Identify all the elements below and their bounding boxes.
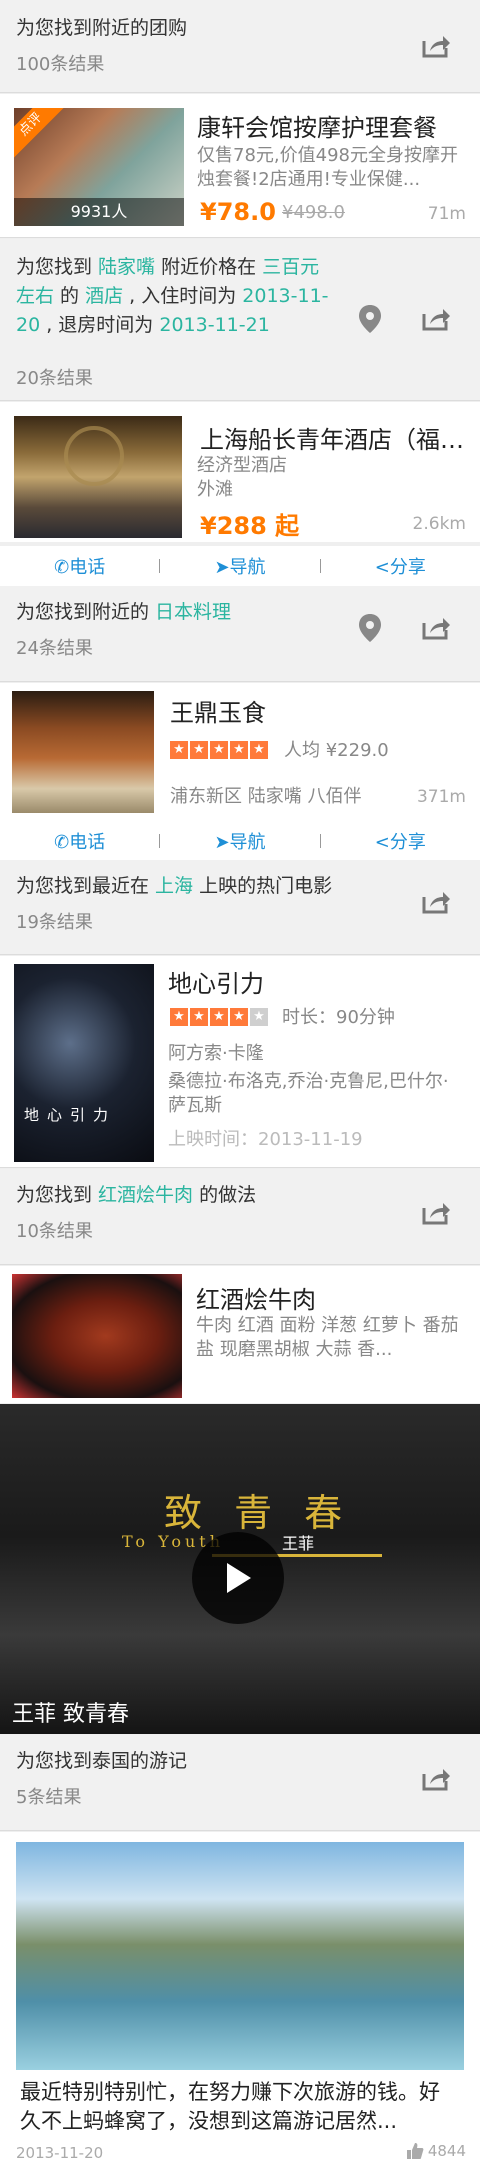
movie-title: 地心引力	[168, 970, 264, 998]
food-header: 为您找到附近的 日本料理 24条结果	[0, 586, 480, 682]
hotel-header-text: 为您找到 陆家嘴 附近价格在 三百元左右 的 酒店 , 入住时间为 2013-1…	[16, 256, 329, 336]
groupon-original-price: ¥498.0	[282, 202, 345, 223]
groupon-title: 康轩会馆按摩护理套餐	[197, 114, 437, 142]
thumbs-up-icon	[406, 2143, 424, 2159]
like-button[interactable]: 4844	[406, 2142, 466, 2160]
restaurant-thumbnail	[12, 691, 154, 813]
play-button[interactable]	[192, 1532, 284, 1624]
share-icon[interactable]	[418, 884, 454, 920]
hotel-card[interactable]: 上海船长青年酒店（福州路店） 经济型酒店 外滩 ¥288 起 2.6km	[0, 402, 480, 542]
star-icon: ★	[230, 741, 248, 759]
travel-header: 为您找到泰国的游记 5条结果	[0, 1735, 480, 1831]
movie-header: 为您找到最近在 上海 上映的热门电影 19条结果	[0, 860, 480, 955]
restaurant-title: 王鼎玉食	[170, 699, 266, 727]
recipe-ingredients: 牛肉 红酒 面粉 洋葱 红萝卜 番茄 盐 现磨黑胡椒 大蒜 香...	[196, 1315, 459, 1360]
restaurant-address: 浦东新区 陆家嘴 八佰伴	[170, 786, 362, 807]
groupon-price: ¥78.0	[200, 198, 276, 226]
travel-card[interactable]: 最近特别特别忙，在努力赚下次旅游的钱。好久不上蚂蜂窝了，没想到这篇游记居然...…	[0, 1832, 480, 2173]
movie-poster: 地心引力	[14, 964, 154, 1162]
hotel-area: 外滩	[197, 479, 233, 500]
star-icon: ★	[250, 741, 268, 759]
recipe-result-count: 10条结果	[16, 1221, 93, 1242]
restaurant-action-bar: ✆电话 ➤导航 <分享	[0, 821, 480, 861]
average-price: 人均 ¥229.0	[284, 740, 389, 761]
hotel-title: 上海船长青年酒店（福州路店）	[200, 426, 468, 454]
travel-description: 最近特别特别忙，在努力赚下次旅游的钱。好久不上蚂蜂窝了，没想到这篇游记居然...	[20, 2080, 440, 2133]
dianping-badge: 点评	[14, 108, 64, 158]
travel-photo	[16, 1842, 464, 2070]
recipe-title: 红酒烩牛肉	[196, 1286, 316, 1314]
share-icon[interactable]	[418, 301, 454, 337]
location-link[interactable]: 陆家嘴	[98, 256, 155, 278]
groupon-header-title: 为您找到附近的团购	[16, 17, 188, 39]
movie-cast: 桑德拉·布洛克,乔治·克鲁尼,巴什尔·萨瓦斯	[168, 1071, 449, 1116]
location-pin-icon[interactable]	[352, 301, 388, 337]
recipe-header-text: 为您找到 红酒烩牛肉 的做法	[16, 1184, 257, 1206]
travel-header-title: 为您找到泰国的游记	[16, 1750, 188, 1772]
restaurant-card[interactable]: 王鼎玉食 ★ ★ ★ ★ ★ 人均 ¥229.0 浦东新区 陆家嘴 八佰伴 37…	[0, 683, 480, 821]
navigate-button[interactable]: ➤导航	[160, 553, 319, 579]
play-icon	[227, 1563, 251, 1593]
hotel-result-count: 20条结果	[16, 368, 93, 389]
movie-header-text: 为您找到最近在 上海 上映的热门电影	[16, 875, 333, 897]
video-overlay-title: 致 青 春	[164, 1491, 353, 1535]
movie-card[interactable]: 地心引力 地心引力 ★ ★ ★ ★ ★ 时长：90分钟 阿方索·卡隆 桑德拉·布…	[0, 956, 480, 1168]
rating-stars: ★ ★ ★ ★ ★	[170, 741, 268, 759]
groupon-header: 为您找到附近的团购 100条结果	[0, 0, 480, 93]
hotel-distance: 2.6km	[412, 514, 466, 534]
star-icon: ★	[250, 1008, 268, 1026]
star-icon: ★	[230, 1008, 248, 1026]
groupon-distance: 71m	[427, 204, 466, 224]
share-icon[interactable]	[418, 1761, 454, 1797]
cuisine-link[interactable]: 日本料理	[155, 601, 231, 623]
food-header-text: 为您找到附近的 日本料理	[16, 601, 232, 623]
city-link[interactable]: 上海	[155, 875, 193, 897]
travel-date: 2013-11-20	[16, 2144, 104, 2162]
groupon-result-count: 100条结果	[16, 54, 105, 75]
checkout-date-link[interactable]: 2013-11-21	[159, 314, 269, 336]
groupon-description: 仅售78元,价值498元全身按摩开烛套餐!2店通用!专业保健...	[197, 145, 458, 190]
location-pin-icon[interactable]	[352, 610, 388, 646]
share-button[interactable]: <分享	[321, 828, 480, 854]
movie-duration: 时长：90分钟	[282, 1007, 395, 1028]
star-icon: ★	[170, 1008, 188, 1026]
hotel-action-bar: ✆电话 ➤导航 <分享	[0, 546, 480, 586]
share-icon[interactable]	[418, 28, 454, 64]
dish-link[interactable]: 红酒烩牛肉	[98, 1184, 193, 1206]
navigate-button[interactable]: ➤导航	[160, 828, 319, 854]
purchase-count: 9931人	[14, 198, 184, 226]
star-icon: ★	[190, 741, 208, 759]
star-icon: ★	[190, 1008, 208, 1026]
travel-result-count: 5条结果	[16, 1787, 82, 1808]
recipe-thumbnail	[12, 1274, 182, 1398]
hotel-thumbnail	[14, 416, 182, 538]
share-button[interactable]: <分享	[321, 553, 480, 579]
video-card[interactable]: 致 青 春 To Youth 王菲 王菲 致青春	[0, 1404, 480, 1734]
movie-release-date: 上映时间：2013-11-19	[168, 1129, 363, 1150]
recipe-header: 为您找到 红酒烩牛肉 的做法 10条结果	[0, 1169, 480, 1265]
video-overlay-artist: 王菲	[282, 1534, 315, 1553]
call-button[interactable]: ✆电话	[0, 828, 159, 854]
hotel-category: 经济型酒店	[197, 455, 287, 476]
rating-stars: ★ ★ ★ ★ ★	[170, 1008, 268, 1026]
star-icon: ★	[210, 1008, 228, 1026]
restaurant-distance: 371m	[416, 787, 466, 807]
hotel-type-link[interactable]: 酒店	[85, 285, 123, 307]
hotel-header: 为您找到 陆家嘴 附近价格在 三百元左右 的 酒店 , 入住时间为 2013-1…	[0, 239, 480, 401]
video-caption: 王菲 致青春	[12, 1702, 129, 1727]
movie-director: 阿方索·卡隆	[168, 1043, 264, 1064]
groupon-card[interactable]: 点评 9931人 康轩会馆按摩护理套餐 仅售78元,价值498元全身按摩开烛套餐…	[0, 94, 480, 238]
star-icon: ★	[210, 741, 228, 759]
groupon-thumbnail: 点评 9931人	[14, 108, 184, 226]
recipe-card[interactable]: 红酒烩牛肉 牛肉 红酒 面粉 洋葱 红萝卜 番茄 盐 现磨黑胡椒 大蒜 香...	[0, 1266, 480, 1403]
star-icon: ★	[170, 741, 188, 759]
food-result-count: 24条结果	[16, 638, 93, 659]
share-icon[interactable]	[418, 610, 454, 646]
like-count: 4844	[427, 2142, 466, 2160]
call-button[interactable]: ✆电话	[0, 553, 159, 579]
share-icon[interactable]	[418, 1195, 454, 1231]
hotel-price: ¥288 起	[200, 512, 300, 540]
movie-result-count: 19条结果	[16, 912, 93, 933]
